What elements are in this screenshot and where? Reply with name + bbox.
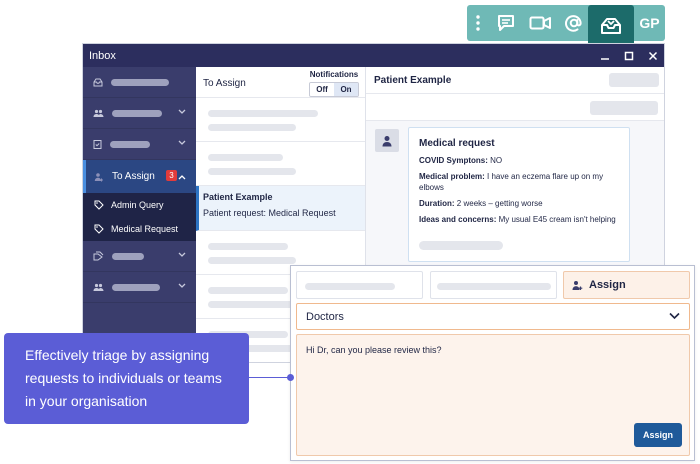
close-icon[interactable] — [648, 51, 658, 61]
users-icon — [93, 283, 104, 291]
placeholder-bar — [112, 252, 144, 260]
sidebar-subitem-admin-query[interactable]: Admin Query — [83, 193, 196, 217]
card-field: COVID Symptons: NO — [419, 156, 503, 165]
list-header: To Assign Notifications Off On — [196, 67, 365, 98]
tag-icon — [94, 200, 104, 210]
medical-request-card: Medical request COVID Symptons: NO Medic… — [408, 127, 630, 262]
detail-header: Patient Example — [366, 67, 664, 94]
maximize-icon[interactable] — [624, 51, 634, 61]
sidebar-subitem-label: Medical Request — [111, 224, 179, 234]
chevron-down-icon[interactable] — [178, 252, 186, 258]
inbox-icon[interactable] — [588, 5, 634, 47]
list-item-title: Patient Example — [203, 192, 273, 202]
sidebar-item-label: To Assign — [112, 171, 155, 182]
chevron-up-icon[interactable] — [178, 174, 186, 180]
assignee-select[interactable]: Doctors — [296, 303, 690, 330]
detail-actions — [366, 94, 664, 121]
chevron-down-icon[interactable] — [178, 109, 186, 115]
video-icon[interactable] — [523, 5, 557, 41]
assign-panel: Assign Doctors Hi Dr, can you please rev… — [290, 265, 695, 461]
toggle-on[interactable]: On — [334, 83, 358, 96]
sidebar-item-tasks[interactable] — [83, 129, 196, 160]
assign-tab[interactable]: Assign — [563, 271, 690, 299]
sidebar-subitem-label: Admin Query — [111, 200, 164, 210]
assignee-select-value: Doctors — [306, 310, 344, 323]
window-title: Inbox — [89, 49, 116, 62]
sidebar-item-teams[interactable] — [83, 98, 196, 129]
placeholder-bar — [112, 109, 162, 117]
chevron-down-icon[interactable] — [178, 283, 186, 289]
at-icon[interactable] — [557, 5, 591, 41]
assign-tab-label: Assign — [589, 279, 626, 291]
assign-user-icon — [572, 280, 583, 290]
sidebar-item-inbox[interactable] — [83, 67, 196, 98]
placeholder-bar — [110, 140, 150, 148]
card-field: Ideas and concerns: My usual E45 cream i… — [419, 215, 616, 224]
card-field: Medical problem: I have an eczema flare … — [419, 172, 604, 192]
panel-tab[interactable] — [296, 271, 423, 299]
notifications-control: Notifications Off On — [309, 70, 359, 97]
placeholder-bar — [112, 283, 160, 291]
users-icon — [93, 109, 104, 117]
assign-message-field[interactable]: Hi Dr, can you please review this? — [296, 334, 690, 456]
chat-icon[interactable] — [489, 5, 523, 41]
patient-avatar — [375, 129, 399, 152]
sidebar: To Assign 3 Admin Query Medical Request — [83, 67, 196, 362]
notifications-label: Notifications — [309, 70, 359, 79]
user-avatar[interactable]: GP — [634, 5, 665, 41]
tags-icon — [93, 251, 104, 261]
list-item[interactable] — [196, 142, 365, 186]
sidebar-subitem-medical-request[interactable]: Medical Request — [83, 217, 196, 241]
panel-tab[interactable] — [430, 271, 557, 299]
card-field: Duration: 2 weeks – getting worse — [419, 199, 543, 208]
callout-connector — [249, 377, 290, 378]
clipboard-icon — [93, 140, 102, 149]
sidebar-item-to-assign[interactable]: To Assign 3 — [83, 160, 196, 193]
list-item-selected[interactable]: Patient Example Patient request: Medical… — [196, 186, 365, 231]
assign-button[interactable]: Assign — [634, 423, 682, 447]
feature-callout: Effectively triage by assigning requests… — [4, 333, 249, 424]
assign-user-icon — [94, 172, 103, 181]
sidebar-item-tags[interactable] — [83, 241, 196, 272]
assign-message-text: Hi Dr, can you please review this? — [306, 345, 442, 355]
inbox-icon — [93, 78, 103, 86]
list-title: To Assign — [203, 78, 246, 89]
toggle-off[interactable]: Off — [310, 83, 334, 96]
more-vertical-icon[interactable] — [467, 5, 489, 41]
card-heading: Medical request — [419, 138, 495, 149]
minimize-icon[interactable] — [600, 51, 610, 61]
callout-dot — [287, 374, 294, 381]
top-toolbar: GP — [467, 5, 665, 47]
sidebar-item-groups[interactable] — [83, 272, 196, 303]
person-icon — [382, 135, 392, 146]
chevron-down-icon — [669, 312, 680, 320]
list-item-subtitle: Patient request: Medical Request — [203, 208, 336, 218]
notifications-toggle[interactable]: Off On — [309, 82, 359, 97]
placeholder-bar — [111, 78, 169, 86]
unread-count-badge: 3 — [166, 170, 177, 181]
window-titlebar: Inbox — [83, 44, 664, 67]
chevron-down-icon[interactable] — [178, 140, 186, 146]
patient-name: Patient Example — [374, 75, 452, 86]
tag-icon — [94, 224, 104, 234]
list-item[interactable] — [196, 98, 365, 142]
